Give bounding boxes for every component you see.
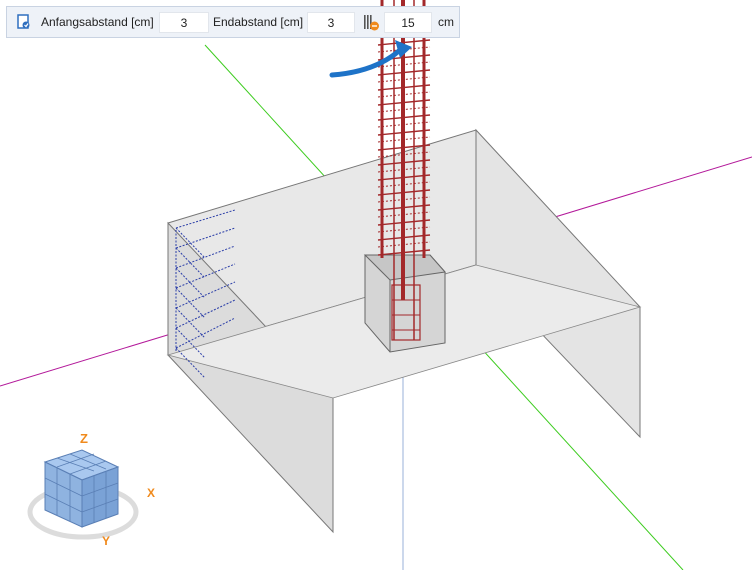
end-distance-label: Endabstand [cm] xyxy=(213,15,304,29)
end-distance-input[interactable] xyxy=(307,12,355,33)
spacing-unit-label: cm xyxy=(438,15,454,29)
3d-viewport[interactable]: Z X Y xyxy=(0,0,752,570)
curved-arrow-icon xyxy=(329,47,403,78)
input-toolbar: Anfangsabstand [cm] Endabstand [cm] cm xyxy=(6,6,460,38)
nav-axis-y[interactable]: Y xyxy=(102,534,110,548)
spacing-input[interactable] xyxy=(384,12,432,33)
start-distance-input[interactable] xyxy=(159,12,209,33)
nav-axis-x[interactable]: X xyxy=(147,486,155,500)
start-distance-label: Anfangsabstand [cm] xyxy=(41,15,154,29)
nav-axis-z[interactable]: Z xyxy=(80,431,88,446)
nav-cube[interactable]: Z X Y xyxy=(27,431,155,548)
rebar-spacing-icon[interactable] xyxy=(362,14,380,32)
bar-options-icon[interactable] xyxy=(16,14,32,30)
